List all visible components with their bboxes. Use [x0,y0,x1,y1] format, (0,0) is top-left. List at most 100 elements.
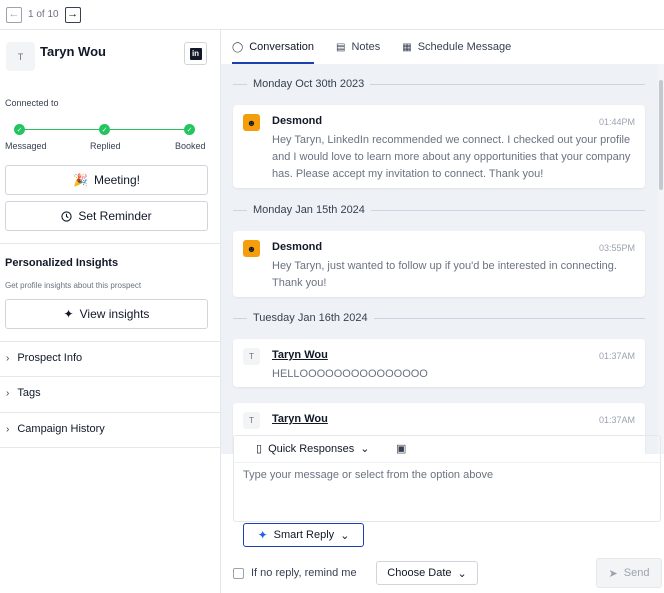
send-button[interactable]: ➤ Send [596,558,662,588]
chevron-down-icon: ⌄ [457,567,467,580]
choose-date-label: Choose Date [387,567,452,579]
quick-responses-label: Quick Responses [268,442,355,455]
send-icon: ➤ [608,567,618,580]
set-reminder-label: Set Reminder [78,209,152,223]
composer-toolbar: ▯ Quick Responses ⌄ ▣ [234,436,660,463]
remind-option[interactable]: If no reply, remind me [233,567,357,579]
stage-label-replied: Replied [90,141,121,151]
date-separator: Tuesday Jan 16th 2024 [233,308,645,328]
check-icon: ✓ [184,124,195,135]
save-icon[interactable]: ▣ [396,442,406,455]
message-text: HELLOOOOOOOOOOOOOOO [272,368,428,380]
insights-subtitle: Get profile insights about this prospect [5,281,142,290]
date-label: Tuesday Jan 16th 2024 [253,312,368,324]
accordion-label: Campaign History [17,423,105,435]
tab-notes[interactable]: ▤ Notes [336,30,380,64]
linkedin-icon: in [189,47,202,60]
user-icon: ☻ [243,114,260,131]
tab-label: Schedule Message [417,41,512,53]
message-time: 01:44PM [598,117,635,127]
clock-icon [61,210,72,222]
tab-schedule-message[interactable]: ▦ Schedule Message [402,30,511,64]
divider [0,243,220,244]
message-sender: Desmond [272,241,323,253]
divider [0,376,220,377]
stage-connector [110,129,184,130]
party-icon: 🎉 [73,173,88,187]
date-separator: Monday Jan 15th 2024 [233,200,645,220]
chevron-right-icon: › [6,352,10,364]
view-insights-label: View insights [79,307,150,321]
prospect-avatar: T [6,42,35,71]
prospect-panel: T Taryn Wou in Connected to ✓ ✓ ✓ Messag… [0,30,221,593]
sender-avatar: T [243,348,260,365]
message-input[interactable]: Type your message or select from the opt… [243,469,493,481]
previous-arrow-icon[interactable]: ← [6,6,22,23]
chat-bubble-icon: ◯ [232,41,244,53]
message-sender-link[interactable]: Taryn Wou [272,349,328,361]
stage-connector [25,129,99,130]
check-icon: ✓ [99,124,110,135]
accordion-label: Tags [17,387,41,399]
insights-title: Personalized Insights [5,257,119,269]
next-arrow-icon[interactable]: → [64,6,81,23]
document-icon: ▯ [256,443,263,455]
stage-progress: ✓ ✓ ✓ [14,124,195,138]
chevron-right-icon: › [6,423,10,435]
tab-label: Conversation [249,41,315,53]
date-label: Monday Jan 15th 2024 [253,204,365,216]
meeting-label: Meeting! [93,173,140,187]
quick-responses-dropdown[interactable]: ▯ Quick Responses ⌄ [256,442,370,456]
stage-label-messaged: Messaged [5,141,47,151]
tab-bar: ◯ Conversation ▤ Notes ▦ Schedule Messag… [221,30,664,64]
accordion-tags[interactable]: › Tags [6,387,41,399]
meeting-button[interactable]: 🎉 Meeting! [5,165,208,195]
choose-date-dropdown[interactable]: Choose Date ⌄ [376,561,478,585]
message-sender: Desmond [272,115,323,127]
scrollbar[interactable] [658,64,664,454]
divider [0,447,220,448]
message-card: T Taryn Wou 01:37AM HELLOOOOOOOOOOOOOOO [233,339,645,387]
scroll-thumb[interactable] [659,80,663,190]
message-time: 01:37AM [598,351,635,361]
chevron-down-icon: ⌄ [340,529,350,542]
prospect-name: Taryn Wou [40,44,106,59]
smart-reply-label: Smart Reply [273,529,335,541]
send-label: Send [623,567,650,579]
connected-label: Connected to [5,98,59,108]
chevron-right-icon: › [6,387,10,399]
message-card: ☻ Desmond 01:44PM Hey Taryn, LinkedIn re… [233,105,645,188]
accordion-label: Prospect Info [17,352,83,364]
top-nav: ← 1 of 10 → [0,0,664,30]
message-thread[interactable]: Monday Oct 30th 2023 ☻ Desmond 01:44PM H… [221,64,664,454]
message-time: 01:37AM [598,415,635,425]
set-reminder-button[interactable]: Set Reminder [5,201,208,231]
tab-conversation[interactable]: ◯ Conversation [232,30,315,64]
message-text: Hey Taryn, LinkedIn recommended we conne… [272,134,631,180]
calendar-icon: ▦ [402,41,412,53]
sparkle-icon: ✦ [257,528,268,542]
sender-avatar: T [243,412,260,429]
date-label: Monday Oct 30th 2023 [253,78,365,90]
message-sender-link[interactable]: Taryn Wou [272,413,328,425]
accordion-prospect-info[interactable]: › Prospect Info [6,352,82,364]
stage-label-booked: Booked [175,141,206,151]
divider [0,341,220,342]
sparkle-icon: ✦ [63,307,74,321]
message-composer: ▯ Quick Responses ⌄ ▣ Type your message … [233,435,661,522]
message-text: Hey Taryn, just wanted to follow up if y… [272,260,617,289]
notebook-icon: ▤ [336,41,346,53]
remind-label: If no reply, remind me [251,567,357,579]
view-insights-button[interactable]: ✦ View insights [5,299,208,329]
chevron-down-icon: ⌄ [360,443,370,455]
accordion-campaign-history[interactable]: › Campaign History [6,423,105,435]
pager-label: 1 of 10 [28,9,59,20]
message-time: 03:55PM [598,243,635,253]
check-icon: ✓ [14,124,25,135]
remind-checkbox[interactable] [233,567,244,579]
user-icon: ☻ [243,240,260,257]
linkedin-button[interactable]: in [184,42,207,65]
divider [0,412,220,413]
tab-label: Notes [351,41,381,53]
smart-reply-button[interactable]: ✦ Smart Reply ⌄ [243,523,364,547]
